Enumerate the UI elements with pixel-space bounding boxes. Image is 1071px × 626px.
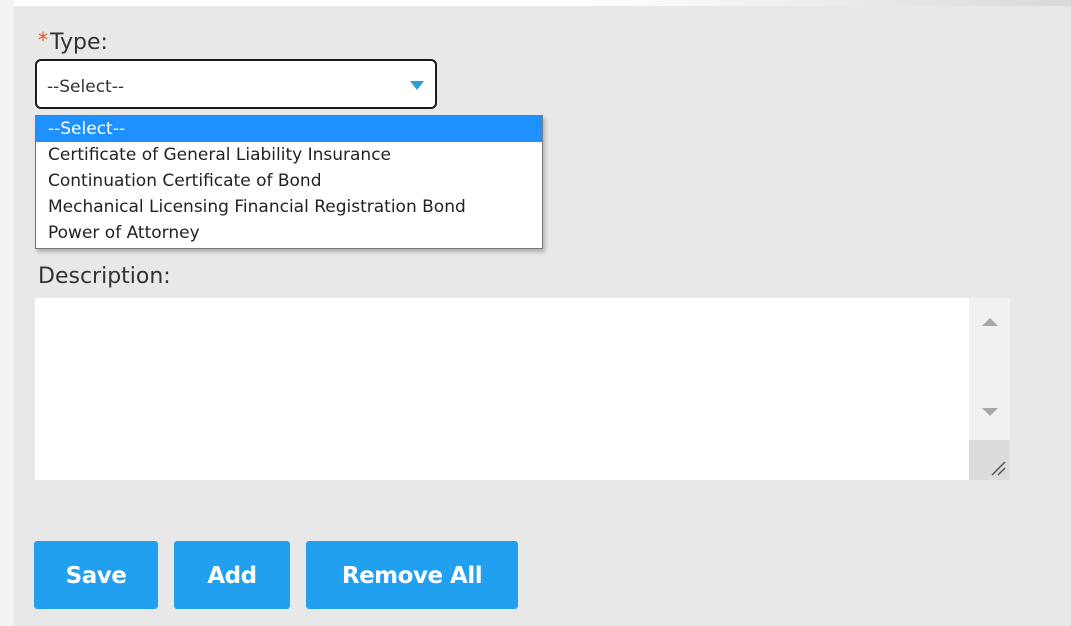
scroll-down-icon[interactable] xyxy=(982,408,998,416)
dropdown-option-mechanical-licensing-bond[interactable]: Mechanical Licensing Financial Registrat… xyxy=(36,194,542,220)
dropdown-option-power-of-attorney[interactable]: Power of Attorney xyxy=(36,220,542,246)
description-textarea[interactable] xyxy=(35,298,1010,480)
dropdown-option-general-liability-insurance[interactable]: Certificate of General Liability Insuran… xyxy=(36,142,542,168)
description-scrollbar[interactable] xyxy=(969,298,1010,480)
required-marker: * xyxy=(38,28,48,52)
type-select[interactable]: --Select-- xyxy=(35,59,437,109)
left-edge xyxy=(0,0,14,626)
type-label-text: Type: xyxy=(50,30,108,55)
scroll-up-icon[interactable] xyxy=(982,318,998,326)
resize-grip-icon xyxy=(991,461,1006,476)
type-dropdown-list[interactable]: --Select-- Certificate of General Liabil… xyxy=(35,115,543,249)
add-button[interactable]: Add xyxy=(174,541,290,609)
type-select-value: --Select-- xyxy=(47,77,124,97)
save-button[interactable]: Save xyxy=(34,541,158,609)
chevron-down-icon xyxy=(410,81,424,90)
remove-all-button[interactable]: Remove All xyxy=(306,541,518,609)
resize-handle[interactable] xyxy=(969,440,1010,480)
description-label: Description: xyxy=(38,264,171,289)
type-label: *Type: xyxy=(38,28,108,55)
dropdown-option-select[interactable]: --Select-- xyxy=(36,116,542,142)
dropdown-option-continuation-certificate-of-bond[interactable]: Continuation Certificate of Bond xyxy=(36,168,542,194)
